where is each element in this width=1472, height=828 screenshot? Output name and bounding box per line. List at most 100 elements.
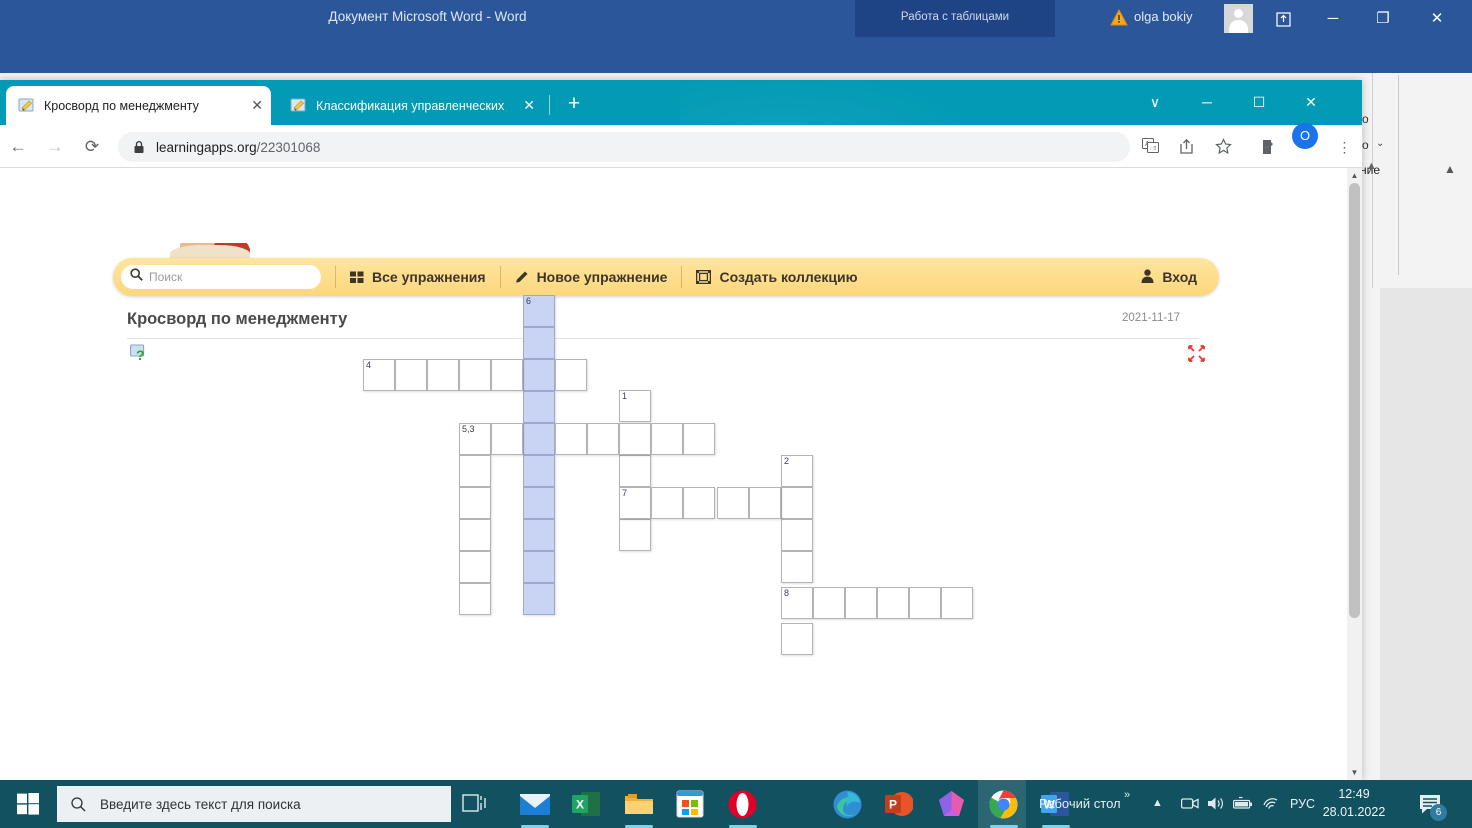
- crossword-cell[interactable]: [781, 551, 813, 583]
- scrollbar-down-arrow[interactable]: ▼: [1347, 765, 1362, 780]
- crossword-cell[interactable]: [717, 487, 749, 519]
- chrome-minimize-button[interactable]: ─: [1184, 80, 1230, 125]
- forward-button[interactable]: →: [42, 134, 68, 160]
- tray-desktop-label[interactable]: Рабочий стол: [1039, 796, 1121, 811]
- chrome-menu-icon[interactable]: ⋮: [1335, 138, 1354, 157]
- share-icon[interactable]: [1177, 138, 1196, 157]
- avatar[interactable]: [1224, 4, 1253, 33]
- profile-button[interactable]: O: [1292, 123, 1318, 149]
- word-account-name[interactable]: olga bokiy: [1134, 9, 1193, 24]
- crossword-cell[interactable]: [555, 359, 587, 391]
- word-zoom-control[interactable]: + 100 %: [1360, 758, 1472, 780]
- taskbar-app-opera[interactable]: [728, 790, 758, 820]
- chrome-tab-close-2[interactable]: ✕: [523, 97, 535, 114]
- crossword-cell[interactable]: [877, 587, 909, 619]
- camera-icon[interactable]: [1180, 796, 1199, 816]
- crossword-cell[interactable]: [555, 423, 587, 455]
- crossword-cell[interactable]: 6: [523, 295, 555, 327]
- crossword-cell[interactable]: [523, 327, 555, 359]
- taskbar-app-chrome[interactable]: [989, 790, 1019, 820]
- tray-expand-icon[interactable]: ▲: [1152, 797, 1163, 809]
- crossword-cell[interactable]: [781, 519, 813, 551]
- crossword-cell[interactable]: [587, 423, 619, 455]
- page-scrollbar[interactable]: ▲ ▼: [1347, 168, 1362, 780]
- crossword-cell[interactable]: [781, 487, 813, 519]
- crossword-cell[interactable]: [651, 487, 683, 519]
- start-button[interactable]: [0, 780, 55, 828]
- taskbar-app-gems[interactable]: [937, 790, 967, 820]
- crossword-cell[interactable]: [683, 487, 715, 519]
- crossword-cell[interactable]: [523, 391, 555, 423]
- translate-icon[interactable]: Aा: [1141, 138, 1160, 157]
- clock-date[interactable]: 28.01.2022: [1310, 805, 1398, 819]
- crossword-cell[interactable]: [523, 519, 555, 551]
- taskbar-app-edge[interactable]: [833, 790, 863, 820]
- extensions-puzzle-icon[interactable]: [1259, 138, 1278, 157]
- back-button[interactable]: ←: [5, 134, 31, 160]
- word-close-button[interactable]: ✕: [1414, 0, 1460, 37]
- word-minimize-button[interactable]: ─: [1310, 0, 1356, 37]
- crossword-cell[interactable]: [459, 583, 491, 615]
- task-view-button[interactable]: [462, 792, 488, 816]
- crossword-cell[interactable]: [845, 587, 877, 619]
- crossword-cell[interactable]: [491, 359, 523, 391]
- taskbar-app-mail[interactable]: [520, 790, 550, 820]
- new-tab-button[interactable]: +: [562, 93, 586, 117]
- battery-icon[interactable]: [1233, 796, 1253, 816]
- tray-overflow-glyph[interactable]: »: [1124, 789, 1130, 801]
- crossword-cell[interactable]: [651, 423, 683, 455]
- crossword-cell[interactable]: [459, 487, 491, 519]
- taskbar-app-powerpoint[interactable]: P: [885, 790, 915, 820]
- wifi-icon[interactable]: [1262, 796, 1279, 815]
- crossword-cell[interactable]: [523, 423, 555, 455]
- crossword-cell[interactable]: [781, 623, 813, 655]
- chrome-maximize-button[interactable]: ☐: [1236, 80, 1282, 125]
- crossword-cell[interactable]: [813, 587, 845, 619]
- crossword-cell[interactable]: 4: [363, 359, 395, 391]
- volume-icon[interactable]: [1207, 796, 1225, 816]
- collapse-ribbon-icon[interactable]: ▲: [1444, 162, 1456, 176]
- word-maximize-button[interactable]: ❐: [1360, 0, 1406, 37]
- address-bar[interactable]: learningapps.org/22301068: [118, 132, 1130, 162]
- taskbar-app-excel[interactable]: X: [572, 790, 602, 820]
- crossword-cell[interactable]: [619, 519, 651, 551]
- chrome-close-button[interactable]: ✕: [1288, 80, 1334, 125]
- chevron-down-icon[interactable]: ⌄: [1376, 138, 1384, 149]
- crossword-cell[interactable]: [459, 359, 491, 391]
- crossword-cell[interactable]: [523, 455, 555, 487]
- crossword-cell[interactable]: [459, 551, 491, 583]
- crossword-cell[interactable]: [909, 587, 941, 619]
- scrollbar-up-arrow[interactable]: ▲: [1347, 168, 1362, 183]
- bookmark-star-icon[interactable]: [1214, 138, 1233, 157]
- crossword-cell[interactable]: [459, 519, 491, 551]
- reload-button[interactable]: ⟳: [79, 134, 105, 160]
- crossword-cell[interactable]: [523, 359, 555, 391]
- taskbar-app-microsoft-store[interactable]: [676, 790, 706, 820]
- crossword-cell[interactable]: 7: [619, 487, 651, 519]
- crossword-cell[interactable]: 2: [781, 455, 813, 487]
- scrollbar-thumb[interactable]: [1349, 183, 1360, 618]
- crossword-cell[interactable]: [619, 455, 651, 487]
- crossword-cell[interactable]: [683, 423, 715, 455]
- crossword-cell[interactable]: 5,3: [459, 423, 491, 455]
- clock-time[interactable]: 12:49: [1318, 787, 1390, 801]
- taskbar-search-box[interactable]: Введите здесь текст для поиска: [57, 786, 451, 822]
- ribbon-display-options-icon[interactable]: [1260, 0, 1306, 37]
- crossword-cell[interactable]: [523, 487, 555, 519]
- crossword-cell[interactable]: [523, 583, 555, 615]
- notification-count-badge[interactable]: 6: [1430, 804, 1447, 821]
- chrome-tab-close-1[interactable]: ✕: [251, 97, 263, 114]
- crossword-cell[interactable]: [749, 487, 781, 519]
- crossword-cell[interactable]: 8: [781, 587, 813, 619]
- crossword-cell[interactable]: 1: [619, 390, 651, 422]
- crossword-cell[interactable]: [491, 423, 523, 455]
- crossword-cell[interactable]: [941, 587, 973, 619]
- crossword-cell[interactable]: [619, 423, 651, 455]
- chrome-tab-inactive[interactable]: Классификация управленческих ✕: [278, 86, 543, 125]
- word-scroll-up-icon[interactable]: ▲: [1366, 160, 1377, 172]
- crossword-cell[interactable]: [459, 455, 491, 487]
- chrome-tab-active[interactable]: Кросворд по менеджменту ✕: [6, 86, 271, 125]
- taskbar-app-file-explorer[interactable]: [624, 790, 654, 820]
- crossword-grid[interactable]: 6 4 1 5,3 2 7 8: [0, 168, 1362, 780]
- crossword-cell[interactable]: [523, 551, 555, 583]
